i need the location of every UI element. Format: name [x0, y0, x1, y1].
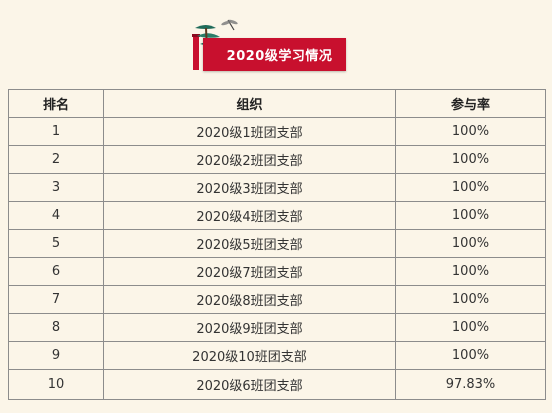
- rate-cell: 100%: [395, 117, 546, 146]
- organization-cell: 2020级6班团支部: [103, 369, 396, 400]
- ranking-table: 排名 组织 参与率 1 2020级1班团支部 100% 2 2020级2班团支部…: [8, 89, 546, 400]
- rate-cell: 100%: [395, 285, 546, 314]
- header-rank: 排名: [8, 89, 104, 118]
- page-title: 2020级学习情况: [226, 49, 333, 64]
- organization-cell: 2020级1班团支部: [103, 117, 396, 146]
- table-row: 8 2020级9班团支部 100%: [8, 313, 546, 342]
- section-banner: 2020级学习情况: [192, 14, 357, 72]
- table-row: 10 2020级6班团支部 97.83%: [8, 369, 546, 400]
- rate-cell: 100%: [395, 341, 546, 370]
- table-row: 9 2020级10班团支部 100%: [8, 341, 546, 370]
- rate-cell: 100%: [395, 257, 546, 286]
- rate-cell: 100%: [395, 173, 546, 202]
- rank-cell: 3: [8, 173, 104, 202]
- rank-cell: 9: [8, 341, 104, 370]
- table-row: 4 2020级4班团支部 100%: [8, 201, 546, 230]
- rate-cell: 100%: [395, 229, 546, 258]
- rate-cell: 100%: [395, 145, 546, 174]
- organization-cell: 2020级2班团支部: [103, 145, 396, 174]
- rank-cell: 6: [8, 257, 104, 286]
- rank-cell: 10: [8, 369, 104, 400]
- organization-cell: 2020级7班团支部: [103, 257, 396, 286]
- table-row: 7 2020级8班团支部 100%: [8, 285, 546, 314]
- rank-cell: 1: [8, 117, 104, 146]
- organization-cell: 2020级8班团支部: [103, 285, 396, 314]
- rate-cell: 100%: [395, 201, 546, 230]
- rank-cell: 5: [8, 229, 104, 258]
- rank-cell: 8: [8, 313, 104, 342]
- organization-cell: 2020级10班团支部: [103, 341, 396, 370]
- table-row: 5 2020级5班团支部 100%: [8, 229, 546, 258]
- table-header-row: 排名 组织 参与率: [8, 89, 546, 118]
- rank-cell: 7: [8, 285, 104, 314]
- rate-cell: 97.83%: [395, 369, 546, 400]
- organization-cell: 2020级4班团支部: [103, 201, 396, 230]
- rank-cell: 2: [8, 145, 104, 174]
- rate-cell: 100%: [395, 313, 546, 342]
- table-row: 6 2020级7班团支部 100%: [8, 257, 546, 286]
- organization-cell: 2020级9班团支部: [103, 313, 396, 342]
- organization-cell: 2020级5班团支部: [103, 229, 396, 258]
- table-row: 3 2020级3班团支部 100%: [8, 173, 546, 202]
- header-participation-rate: 参与率: [395, 89, 546, 118]
- table-row: 2 2020级2班团支部 100%: [8, 145, 546, 174]
- rank-cell: 4: [8, 201, 104, 230]
- organization-cell: 2020级3班团支部: [103, 173, 396, 202]
- table-row: 1 2020级1班团支部 100%: [8, 117, 546, 146]
- header-organization: 组织: [103, 89, 396, 118]
